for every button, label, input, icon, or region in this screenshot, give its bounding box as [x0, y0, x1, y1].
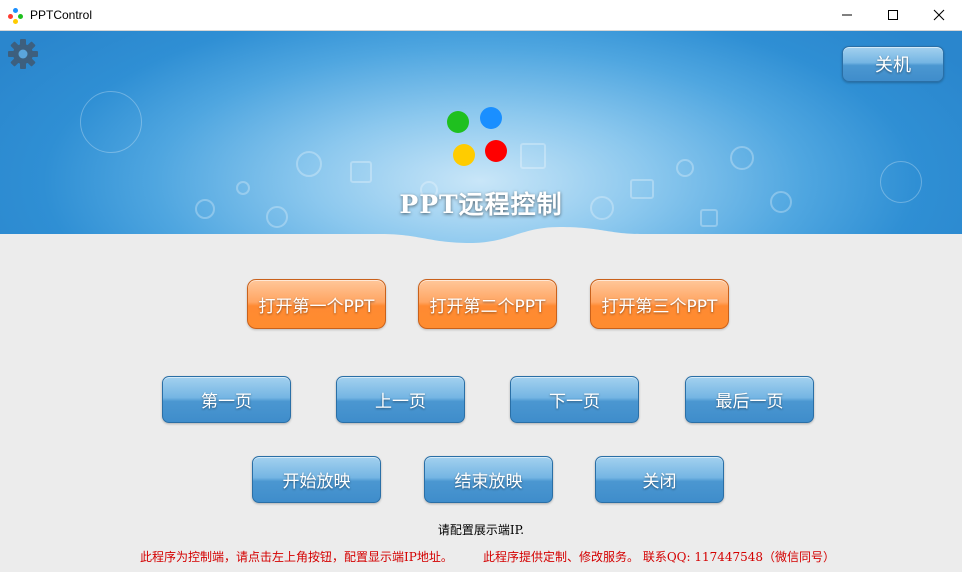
window-title: PPTControl [30, 8, 93, 22]
status-text: 请配置展示端IP. [437, 523, 525, 537]
minimize-icon [842, 14, 852, 16]
header-banner [0, 31, 962, 256]
gear-icon[interactable] [7, 38, 39, 70]
close-ppt-button[interactable]: 关闭 [595, 456, 724, 503]
window-titlebar: PPTControl [0, 0, 962, 31]
open-first-ppt-button[interactable]: 打开第一个PPT [247, 279, 386, 329]
logo-dot-yellow [453, 144, 475, 166]
open-third-ppt-button[interactable]: 打开第三个PPT [590, 279, 729, 329]
maximize-icon [888, 10, 898, 20]
maximize-button[interactable] [870, 0, 916, 30]
logo-dot-blue [480, 107, 502, 129]
start-slideshow-button[interactable]: 开始放映 [252, 456, 381, 503]
header-wave [0, 227, 962, 256]
last-page-button[interactable]: 最后一页 [685, 376, 814, 423]
footer-note-left: 此程序为控制端，请点击左上角按钮，配置显示端IP地址。 [140, 550, 453, 564]
first-page-button[interactable]: 第一页 [162, 376, 291, 423]
minimize-button[interactable] [824, 0, 870, 30]
close-window-button[interactable] [916, 0, 962, 30]
next-page-button[interactable]: 下一页 [510, 376, 639, 423]
logo-dot-green [447, 111, 469, 133]
close-icon [933, 9, 945, 21]
shutdown-button[interactable]: 关机 [842, 46, 944, 82]
end-slideshow-button[interactable]: 结束放映 [424, 456, 553, 503]
logo-dot-red [485, 140, 507, 162]
app-logo-icon [8, 8, 24, 24]
previous-page-button[interactable]: 上一页 [336, 376, 465, 423]
footer-note-right: 此程序提供定制、修改服务。 联系QQ: 117447548（微信同号） [483, 550, 836, 564]
app-logo-title: PPT远程控制 [399, 190, 563, 219]
open-second-ppt-button[interactable]: 打开第二个PPT [418, 279, 557, 329]
